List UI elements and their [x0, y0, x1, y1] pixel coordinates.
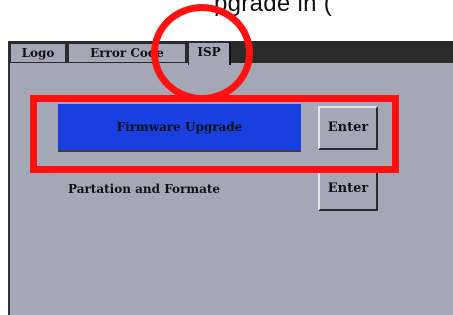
- annotation-highlight-rectangle: [30, 95, 399, 173]
- partition-enter-button[interactable]: Enter: [318, 167, 378, 211]
- partition-format-label: Partation and Formate: [68, 182, 221, 196]
- annotation-highlight-circle: [151, 4, 253, 102]
- tab-logo[interactable]: Logo: [10, 43, 66, 63]
